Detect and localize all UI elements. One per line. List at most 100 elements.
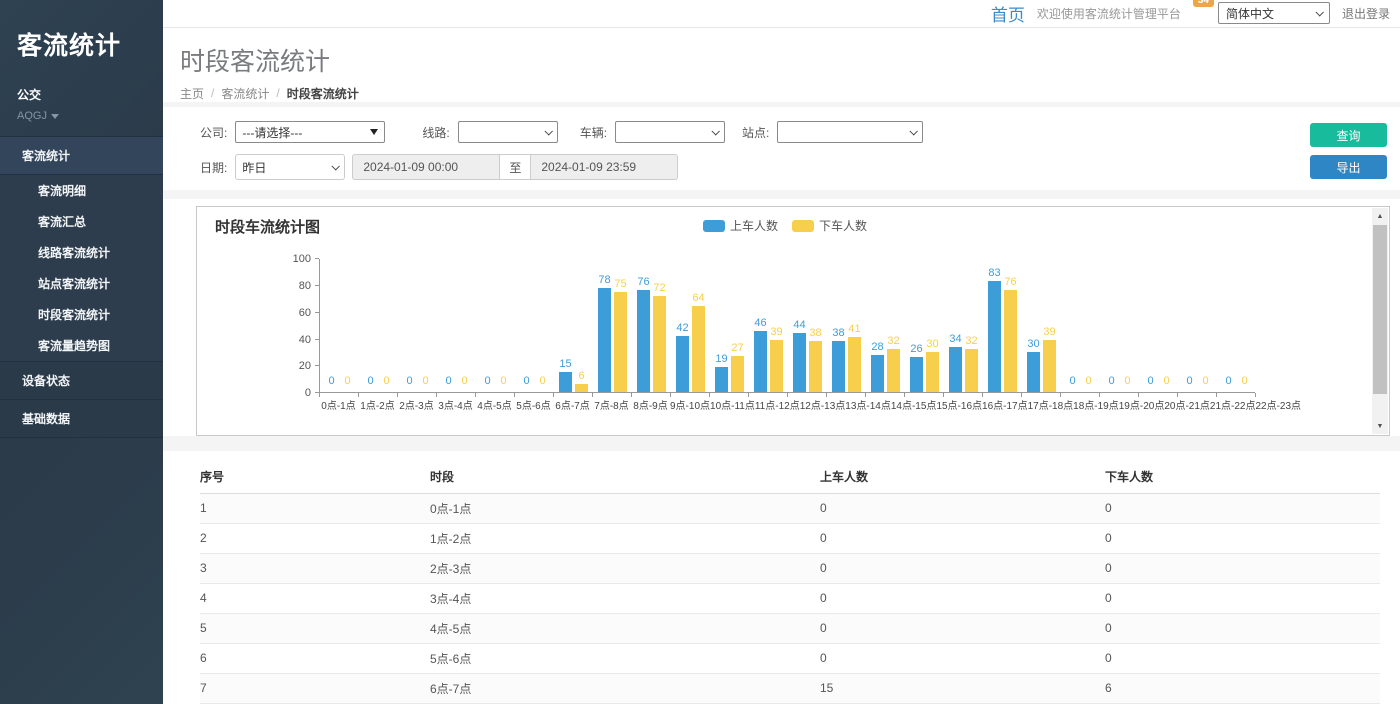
company-select[interactable]: ---请选择---	[235, 121, 385, 143]
bar-value-label: 32	[965, 336, 977, 347]
scroll-up-icon[interactable]: ▲	[1372, 208, 1388, 224]
bar-column: 76	[637, 259, 650, 392]
date-start-input[interactable]	[352, 154, 499, 180]
bar-value-label: 41	[848, 324, 860, 335]
query-button[interactable]: 查询	[1310, 123, 1387, 147]
bar-value-label: 32	[887, 336, 899, 347]
bar-value-label: 0	[523, 376, 529, 387]
breadcrumb-separator: /	[276, 86, 279, 100]
table-header-row: 序号时段上车人数下车人数	[200, 461, 1380, 494]
bar-column: 32	[965, 259, 978, 392]
y-tick-label: 40	[299, 334, 311, 346]
table-column-header: 上车人数	[820, 461, 1105, 494]
table-body: 10点-1点0021点-2点0032点-3点0043点-4点0054点-5点00…	[200, 493, 1380, 703]
sidebar-item-时段客流统计[interactable]: 时段客流统计	[0, 299, 163, 330]
bar-column: 0	[341, 259, 354, 392]
bar-column: 28	[871, 259, 884, 392]
section-divider	[163, 436, 1400, 451]
bar	[848, 337, 861, 392]
bar-group: 00	[320, 259, 359, 392]
bar-value-label: 0	[367, 376, 373, 387]
bar	[598, 288, 611, 393]
station-select[interactable]	[777, 121, 923, 143]
table-row: 43点-4点00	[200, 583, 1380, 613]
bar	[887, 349, 900, 392]
sidebar-item-线路客流统计[interactable]: 线路客流统计	[0, 237, 163, 268]
table-cell: 0	[820, 553, 1105, 583]
x-tick-label: 16点-17点	[982, 397, 1028, 412]
line-select[interactable]	[458, 121, 558, 143]
bar-column: 78	[598, 259, 611, 392]
chart-section: 时段车流统计图 上车人数下车人数 020406080100 0000000000…	[163, 199, 1400, 436]
bar	[575, 384, 588, 392]
x-tick-label: 15点-16点	[936, 397, 982, 412]
bar-column: 38	[832, 259, 845, 392]
sidebar-item-基础数据[interactable]: 基础数据	[0, 400, 163, 438]
scrollbar-thumb[interactable]	[1373, 225, 1387, 394]
bar-group: 2630	[905, 259, 944, 392]
sidebar-item-客流统计[interactable]: 客流统计	[0, 137, 163, 175]
bar-column: 0	[364, 259, 377, 392]
date-end-input[interactable]	[531, 154, 678, 180]
page-header: 时段客流统计 主页 / 客流统计 / 时段客流统计	[163, 28, 1400, 102]
x-tick-label: 9点-10点	[670, 397, 710, 412]
sidebar-item-设备状态[interactable]: 设备状态	[0, 362, 163, 400]
table-cell: 0	[1105, 613, 1380, 643]
vertical-scrollbar[interactable]: ▲ ▼	[1372, 208, 1388, 434]
export-button[interactable]: 导出	[1310, 155, 1387, 179]
home-link[interactable]: 首页	[991, 1, 1025, 26]
vehicle-select[interactable]	[615, 121, 725, 143]
x-tick-label: 22点-23点	[1255, 397, 1301, 412]
bar-column: 46	[754, 259, 767, 392]
bar-column: 0	[1082, 259, 1095, 392]
date-preset-select[interactable]: 昨日	[235, 154, 345, 180]
scroll-down-icon[interactable]: ▼	[1372, 418, 1388, 434]
bar-value-label: 0	[1147, 376, 1153, 387]
table-cell: 6	[200, 643, 430, 673]
sidebar-item-站点客流统计[interactable]: 站点客流统计	[0, 268, 163, 299]
bar-column: 0	[1105, 259, 1118, 392]
bar-group: 00	[1217, 259, 1256, 392]
y-tick-label: 20	[299, 360, 311, 372]
bar-group: 3432	[944, 259, 983, 392]
x-tick-label: 7点-8点	[592, 397, 631, 412]
table-cell: 4	[200, 583, 430, 613]
bar-column: 0	[1183, 259, 1196, 392]
x-tick-label: 18点-19点	[1073, 397, 1119, 412]
bar-value-label: 0	[539, 376, 545, 387]
bar	[965, 349, 978, 392]
account-dropdown[interactable]: AQGJ	[0, 103, 163, 136]
breadcrumb-parent[interactable]: 客流统计	[221, 85, 269, 102]
bar	[715, 367, 728, 392]
table-cell: 0	[820, 613, 1105, 643]
bar-value-label: 28	[871, 342, 883, 353]
bar-group: 00	[1139, 259, 1178, 392]
x-tick-label: 5点-6点	[514, 397, 553, 412]
bar-group: 00	[359, 259, 398, 392]
bar-column: 27	[731, 259, 744, 392]
legend-label: 上车人数	[730, 217, 778, 234]
bar-group: 4438	[788, 259, 827, 392]
bar-column: 30	[926, 259, 939, 392]
date-preset-value: 昨日	[242, 159, 266, 176]
vehicle-label: 车辆:	[580, 124, 607, 141]
bar-column: 0	[1160, 259, 1173, 392]
logout-link[interactable]: 退出登录	[1342, 5, 1390, 22]
main-area: 首页 欢迎使用客流统计管理平台 34 简体中文 退出登录 时段客流统计 主页 /…	[163, 0, 1400, 704]
bar-group: 7672	[632, 259, 671, 392]
sidebar-item-客流明细[interactable]: 客流明细	[0, 175, 163, 206]
bar-group: 8376	[983, 259, 1022, 392]
x-tick-label: 2点-3点	[397, 397, 436, 412]
sidebar-item-客流量趋势图[interactable]: 客流量趋势图	[0, 330, 163, 361]
language-select[interactable]: 简体中文	[1218, 2, 1330, 24]
table-row: 10点-1点00	[200, 493, 1380, 523]
bar-column: 64	[692, 259, 705, 392]
bar-column: 19	[715, 259, 728, 392]
breadcrumb-separator: /	[211, 86, 214, 100]
bar-value-label: 38	[832, 328, 844, 339]
legend-item: 上车人数	[703, 217, 778, 234]
bar-group: 38 41	[827, 259, 866, 392]
breadcrumb-home[interactable]: 主页	[180, 85, 204, 102]
chevron-down-icon	[1315, 9, 1323, 17]
sidebar-item-客流汇总[interactable]: 客流汇总	[0, 206, 163, 237]
